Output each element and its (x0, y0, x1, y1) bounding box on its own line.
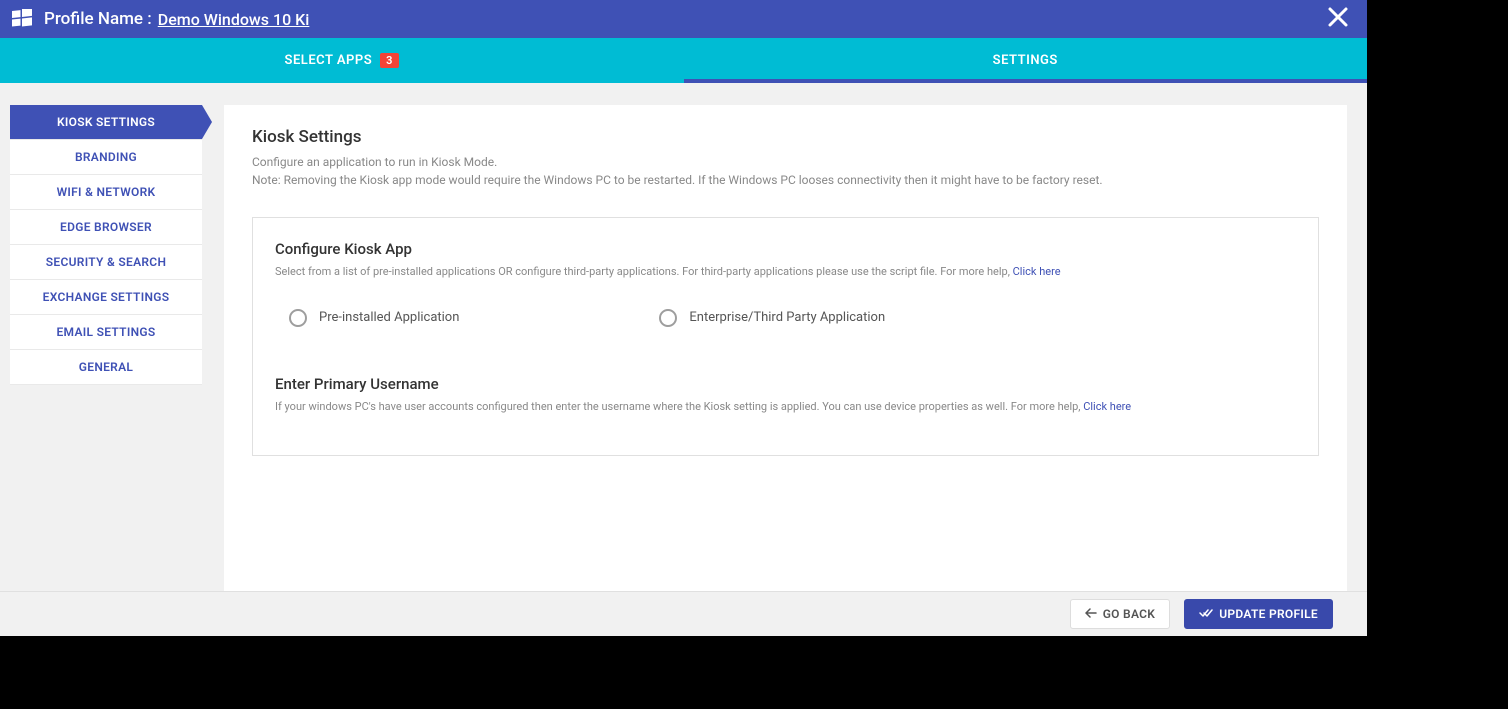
radio-icon (289, 309, 307, 327)
radio-label: Enterprise/Third Party Application (689, 310, 885, 325)
close-icon[interactable] (1327, 6, 1349, 32)
tab-bar: SELECT APPS 3 SETTINGS (0, 38, 1367, 83)
update-profile-button[interactable]: UPDATE PROFILE (1184, 599, 1333, 629)
help-link[interactable]: Click here (1083, 400, 1131, 413)
button-label: UPDATE PROFILE (1219, 607, 1318, 621)
help-link[interactable]: Click here (1013, 265, 1061, 278)
radio-preinstalled-app[interactable]: Pre-installed Application (289, 309, 459, 327)
go-back-button[interactable]: GO BACK (1070, 599, 1171, 629)
tab-label: SELECT APPS (285, 53, 373, 68)
arrow-left-icon (1085, 607, 1097, 621)
radio-icon (659, 309, 677, 327)
footer-bar: GO BACK UPDATE PROFILE (0, 591, 1367, 636)
radio-enterprise-app[interactable]: Enterprise/Third Party Application (659, 309, 885, 327)
tab-label: SETTINGS (993, 53, 1058, 68)
sidebar-item-security-search[interactable]: SECURITY & SEARCH (10, 245, 202, 280)
panel-description: If your windows PC's have user accounts … (275, 399, 1296, 416)
profile-name-label: Profile Name : (44, 9, 152, 29)
windows-icon (12, 9, 32, 29)
tab-settings[interactable]: SETTINGS (684, 38, 1368, 83)
check-all-icon (1199, 607, 1213, 621)
profile-name-value[interactable]: Demo Windows 10 Ki (158, 10, 310, 29)
configure-kiosk-panel: Configure Kiosk App Select from a list o… (252, 217, 1319, 456)
radio-label: Pre-installed Application (319, 310, 459, 325)
page-title: Kiosk Settings (252, 127, 1319, 147)
sidebar-item-exchange-settings[interactable]: EXCHANGE SETTINGS (10, 280, 202, 315)
sidebar-item-wifi-network[interactable]: WIFI & NETWORK (10, 175, 202, 210)
sidebar-item-email-settings[interactable]: EMAIL SETTINGS (10, 315, 202, 350)
header-bar: Profile Name : Demo Windows 10 Ki (0, 0, 1367, 38)
button-label: GO BACK (1103, 607, 1156, 621)
page-description: Configure an application to run in Kiosk… (252, 153, 1319, 189)
content-pane: Kiosk Settings Configure an application … (224, 105, 1347, 591)
sidebar-item-branding[interactable]: BRANDING (10, 140, 202, 175)
tab-select-apps[interactable]: SELECT APPS 3 (0, 38, 684, 83)
sidebar-item-kiosk-settings[interactable]: KIOSK SETTINGS (10, 105, 202, 140)
apps-count-badge: 3 (380, 53, 399, 68)
sidebar-item-edge-browser[interactable]: EDGE BROWSER (10, 210, 202, 245)
sidebar-item-general[interactable]: GENERAL (10, 350, 202, 385)
panel-description: Select from a list of pre-installed appl… (275, 264, 1296, 281)
panel-title: Enter Primary Username (275, 375, 1296, 393)
panel-title: Configure Kiosk App (275, 240, 1296, 258)
settings-sidebar: KIOSK SETTINGS BRANDING WIFI & NETWORK E… (10, 105, 202, 591)
